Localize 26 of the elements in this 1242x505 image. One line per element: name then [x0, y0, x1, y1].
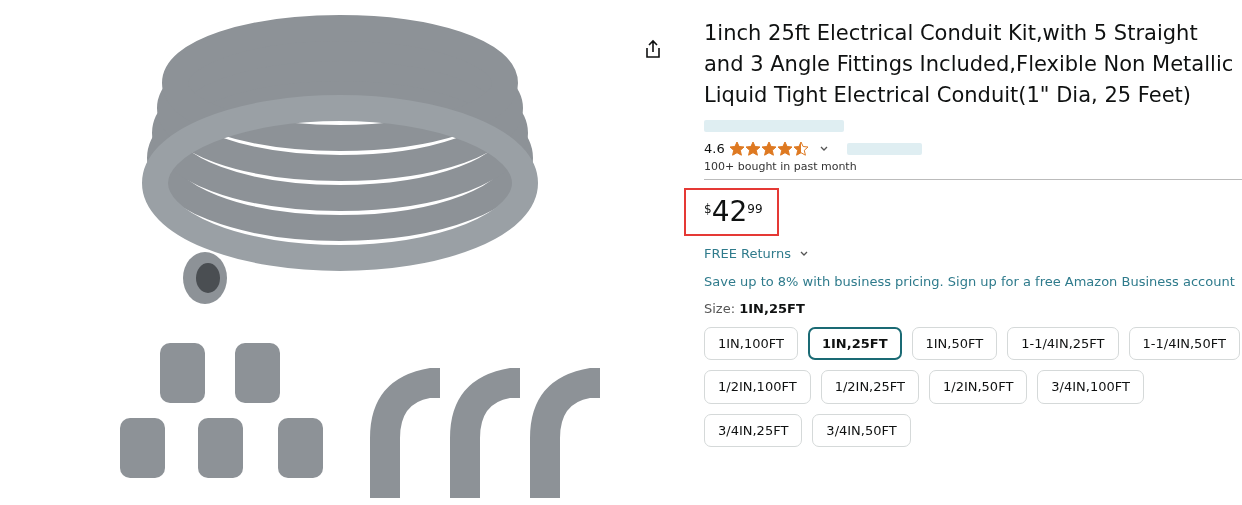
share-icon[interactable]	[644, 38, 662, 59]
size-option[interactable]: 1IN,25FT	[807, 326, 902, 360]
size-option[interactable]: 1/2IN,100FT	[704, 370, 811, 404]
star-icon	[744, 140, 761, 157]
chevron-down-icon[interactable]	[799, 249, 809, 258]
size-option[interactable]: 1/2IN,25FT	[820, 370, 919, 404]
star-icon	[760, 140, 777, 157]
rating-value: 4.6	[704, 140, 725, 158]
free-returns-link[interactable]: FREE Returns	[704, 244, 791, 264]
size-value: 1IN,25FT	[739, 301, 805, 316]
star-icon	[776, 140, 793, 157]
size-option[interactable]: 1IN,50FT	[911, 326, 998, 360]
size-option[interactable]: 1-1/4IN,25FT	[1007, 326, 1119, 360]
business-pricing-link[interactable]: Save up to 8% with business pricing. Sign up for a free Amazon Business account	[704, 271, 1242, 291]
size-option[interactable]: 1IN,100FT	[704, 326, 798, 360]
size-option[interactable]: 1/2IN,50FT	[929, 370, 1028, 404]
size-option[interactable]: 3/4IN,50FT	[812, 413, 911, 447]
half-star-icon	[792, 140, 809, 157]
size-option[interactable]: 3/4IN,100FT	[1037, 370, 1144, 404]
chevron-down-icon[interactable]	[818, 144, 829, 153]
size-option[interactable]: 3/4IN,25FT	[704, 413, 803, 447]
size-option[interactable]: 1-1/4IN,50FT	[1128, 326, 1240, 360]
product-title: 1inch 25ft Electrical Conduit Kit,with 5 Straight and 3 Angle Fittings Included,Flexible Non Metallic Liquid Tight Electrical Conduit(1" Dia, 25 Feet)	[704, 20, 1235, 109]
purchase-count: 100+ bought in past month	[704, 158, 858, 175]
star-icon	[728, 140, 745, 157]
size-label: Size:	[704, 301, 736, 316]
